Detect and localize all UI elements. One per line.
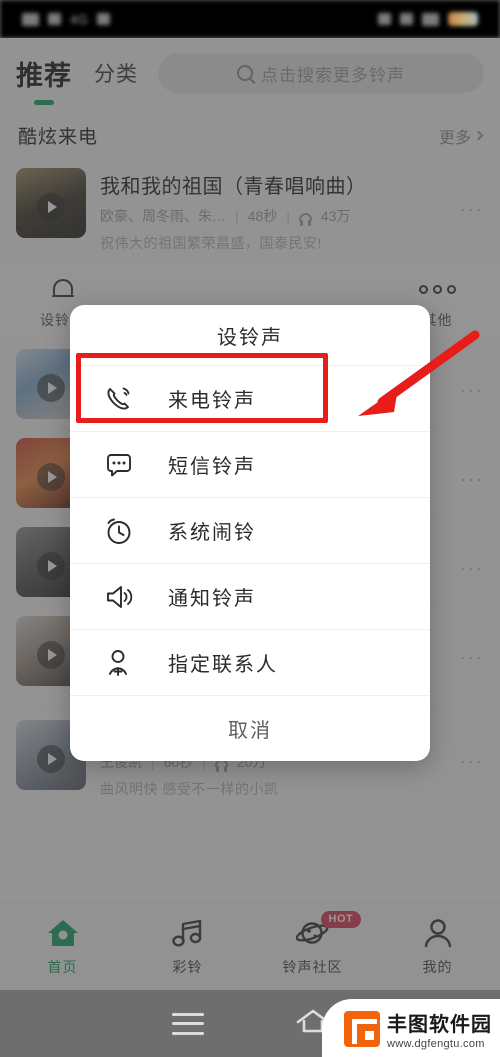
phone-ring-icon	[104, 384, 134, 414]
bluetooth-icon	[400, 13, 413, 25]
dialog-item-specific-contact[interactable]: 指定联系人	[70, 629, 430, 695]
song-subinfo: 欧豪、周冬雨、朱… | 48秒 | 43万	[100, 206, 482, 226]
divider: |	[235, 208, 239, 224]
dialog-title: 设铃声	[217, 327, 283, 349]
status-bar-right	[378, 12, 478, 26]
dialog-item-label: 通知铃声	[168, 588, 256, 610]
dialog-item-label: 指定联系人	[168, 654, 278, 676]
section-more-label: 更多	[438, 129, 471, 147]
phone-screen: 4G 推荐 分类 点击搜索更多铃声 酷炫来电 更多 我和我的祖国（青春唱响曲） …	[0, 0, 500, 1057]
divider: |	[286, 208, 290, 224]
alarm-clock-icon	[104, 516, 134, 546]
song-more-icon[interactable]: ···	[460, 380, 484, 401]
play-icon[interactable]	[37, 745, 65, 774]
status-bar: 4G	[0, 0, 500, 38]
nav-item-mine[interactable]: 我的	[375, 917, 500, 977]
play-icon[interactable]	[37, 193, 65, 222]
song-title: 我和我的祖国（青春唱响曲）	[100, 176, 367, 198]
song-plays: 43万	[320, 208, 351, 224]
alarm-icon	[378, 13, 391, 25]
signal-icon	[22, 12, 39, 26]
song-description: 曲风明快 感受不一样的小凯	[100, 781, 279, 797]
song-more-icon[interactable]: ···	[460, 647, 484, 668]
nav-item-community[interactable]: HOT 铃声社区	[250, 910, 375, 977]
add-person-icon	[104, 648, 134, 678]
song-description: 祝伟大的祖国繁荣昌盛，国泰民安!	[100, 235, 322, 251]
song-row[interactable]: 我和我的祖国（青春唱响曲） 欧豪、周冬雨、朱… | 48秒 | 43万 祝伟大的…	[0, 159, 500, 262]
network-4g-label: 4G	[70, 11, 89, 27]
song-more-icon[interactable]: ···	[460, 751, 484, 772]
nav-item-label: 我的	[422, 958, 453, 975]
song-more-icon[interactable]: ···	[460, 469, 484, 490]
section-header: 酷炫来电 更多	[0, 108, 500, 159]
status-bar-left: 4G	[22, 11, 111, 27]
watermark-name: 丰图软件园	[387, 1014, 492, 1036]
message-bubble-icon	[104, 450, 134, 480]
watermark: 丰图软件园 www.dgfengtu.com	[322, 999, 500, 1057]
nav-item-colorring[interactable]: 彩铃	[125, 917, 250, 977]
song-meta: 我和我的祖国（青春唱响曲） 欧豪、周冬雨、朱… | 48秒 | 43万 祝伟大的…	[100, 168, 482, 253]
watermark-url: www.dgfengtu.com	[387, 1038, 485, 1050]
bell-icon	[51, 277, 74, 301]
nav-item-home[interactable]: 首页	[0, 917, 125, 977]
hamburger-menu-icon	[171, 1012, 204, 1035]
music-note-icon	[171, 917, 205, 949]
play-icon[interactable]	[37, 641, 65, 670]
three-dots-icon	[416, 277, 460, 301]
nav-item-label: 彩铃	[172, 958, 203, 975]
play-icon[interactable]	[37, 463, 65, 492]
user-icon	[421, 917, 455, 949]
dialog-item-system-alarm[interactable]: 系统闹铃	[70, 497, 430, 563]
tab-recommend-label: 推荐	[16, 60, 72, 91]
dialog-item-incoming-call[interactable]: 来电铃声	[70, 365, 430, 431]
wifi-icon	[97, 13, 111, 25]
section-title: 酷炫来电	[18, 127, 99, 148]
song-thumbnail[interactable]	[16, 168, 86, 238]
tab-active-indicator	[34, 99, 54, 105]
signal-icon	[422, 12, 439, 26]
song-more-icon[interactable]: ···	[460, 199, 484, 220]
tab-category[interactable]: 分类	[94, 58, 138, 88]
speaker-icon	[104, 582, 134, 612]
play-icon[interactable]	[37, 552, 65, 581]
watermark-logo-icon	[344, 1011, 380, 1047]
home-icon	[46, 917, 80, 949]
search-placeholder: 点击搜索更多铃声	[261, 65, 405, 85]
search-input[interactable]: 点击搜索更多铃声	[158, 53, 484, 93]
bottom-navigation: 首页 彩铃 HOT 铃声社区 我的	[0, 902, 500, 990]
tab-recommend[interactable]: 推荐	[16, 54, 72, 105]
app-header: 推荐 分类 点击搜索更多铃声	[0, 38, 500, 108]
watermark-text: 丰图软件园 www.dgfengtu.com	[387, 1008, 492, 1050]
dialog-item-label: 系统闹铃	[168, 522, 256, 544]
headphone-icon	[298, 213, 312, 226]
battery-icon	[448, 12, 478, 26]
dialog-cancel-button[interactable]: 取消	[70, 695, 430, 761]
song-artist: 欧豪、周冬雨、朱…	[100, 208, 226, 224]
search-icon	[237, 65, 253, 81]
dialog-item-sms-tone[interactable]: 短信铃声	[70, 431, 430, 497]
hot-badge: HOT	[320, 910, 362, 928]
set-ringtone-dialog: 设铃声 来电铃声 短信铃声 系统闹铃 通知铃声 指定联系人 取消	[70, 305, 430, 761]
play-icon[interactable]	[37, 374, 65, 403]
signal-icon	[48, 13, 61, 25]
nav-item-label: 首页	[47, 958, 78, 975]
chevron-right-icon	[473, 130, 484, 141]
dialog-item-notification-tone[interactable]: 通知铃声	[70, 563, 430, 629]
section-more-link[interactable]: 更多	[438, 124, 484, 148]
dialog-item-label: 来电铃声	[168, 390, 256, 412]
song-more-icon[interactable]: ···	[460, 558, 484, 579]
song-duration: 48秒	[247, 208, 278, 224]
dialog-item-label: 短信铃声	[168, 456, 256, 478]
sysnav-menu-button[interactable]	[125, 1012, 250, 1035]
nav-item-label: 铃声社区	[282, 958, 343, 975]
